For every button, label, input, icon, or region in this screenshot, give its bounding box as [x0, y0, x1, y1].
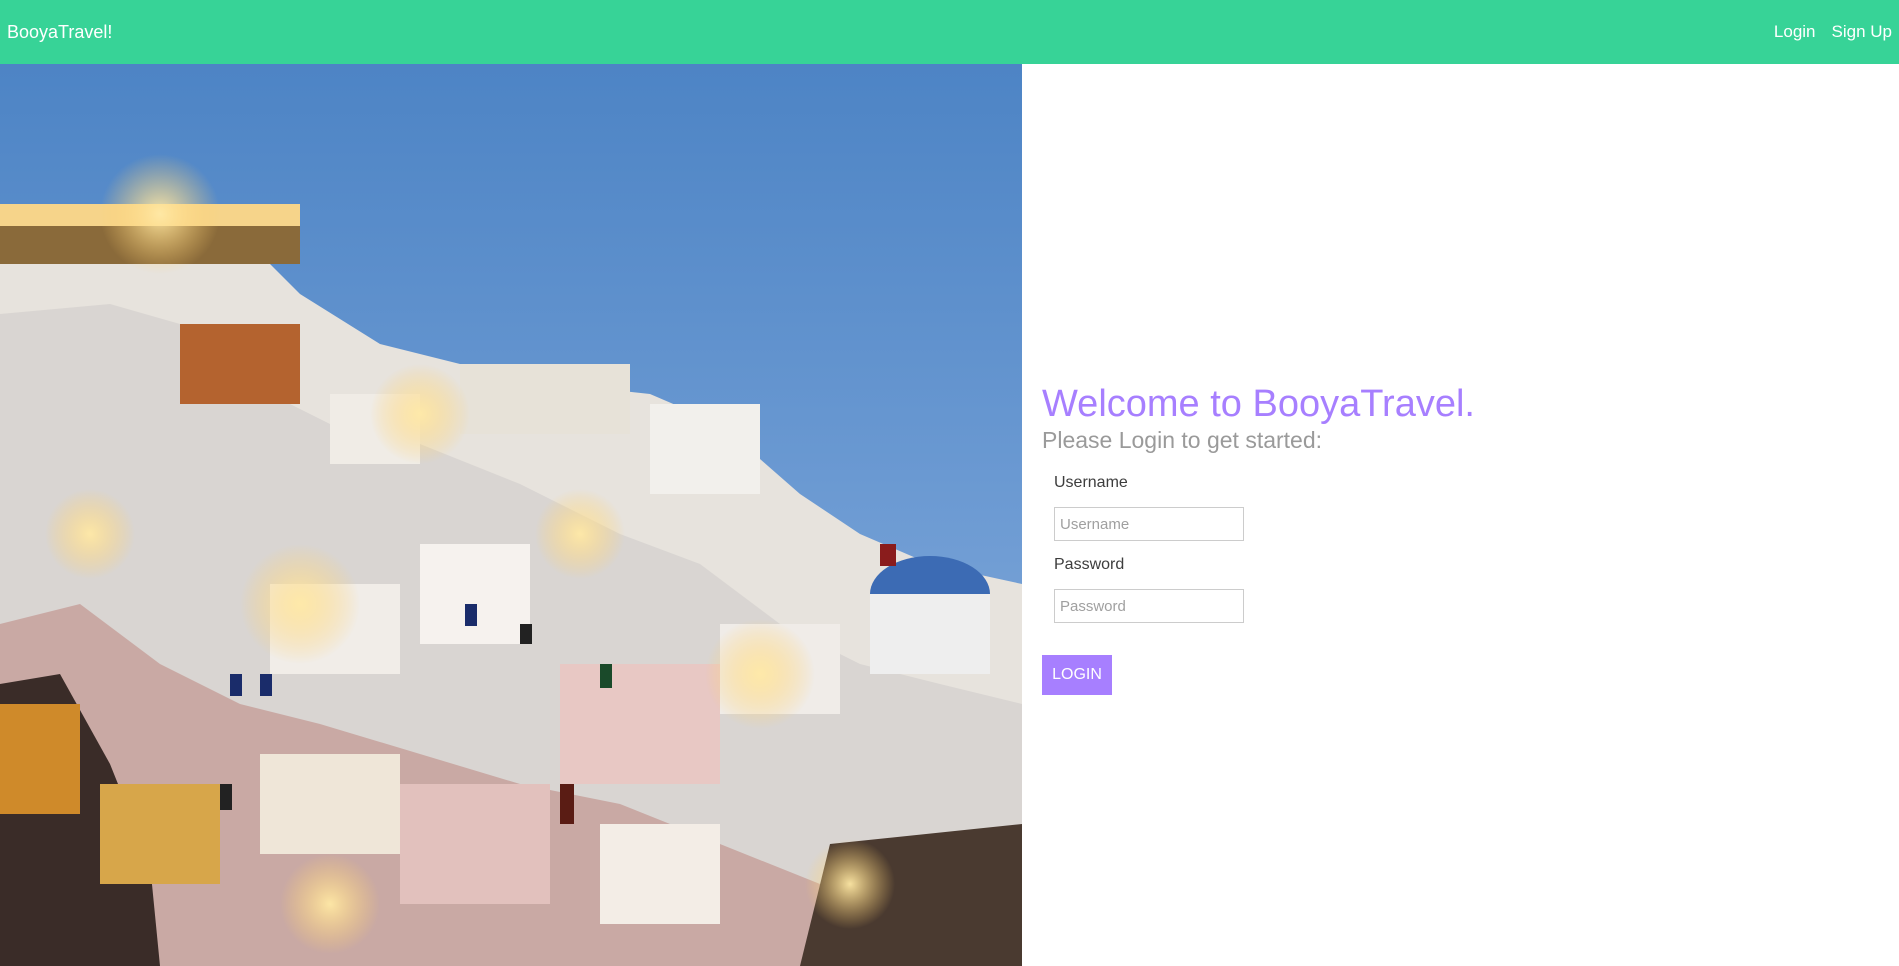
password-label: Password — [1054, 556, 1125, 573]
nav-signup-link[interactable]: Sign Up — [1832, 22, 1892, 42]
brand-logo-link[interactable]: BooyaTravel! — [7, 22, 112, 43]
login-button[interactable]: LOGIN — [1042, 655, 1112, 695]
nav-links: Login Sign Up — [1774, 22, 1892, 42]
top-navbar: BooyaTravel! Login Sign Up — [0, 0, 1899, 64]
nav-login-link[interactable]: Login — [1774, 22, 1816, 42]
login-panel: Welcome to BooyaTravel. Please Login to … — [1022, 64, 1899, 966]
password-input[interactable] — [1054, 589, 1244, 623]
username-label: Username — [1054, 474, 1128, 491]
santorini-photo — [0, 64, 1022, 966]
welcome-heading: Welcome to BooyaTravel. — [1042, 383, 1475, 425]
username-input[interactable] — [1054, 507, 1244, 541]
login-subtitle: Please Login to get started: — [1042, 427, 1323, 453]
hero-image — [0, 64, 1022, 966]
